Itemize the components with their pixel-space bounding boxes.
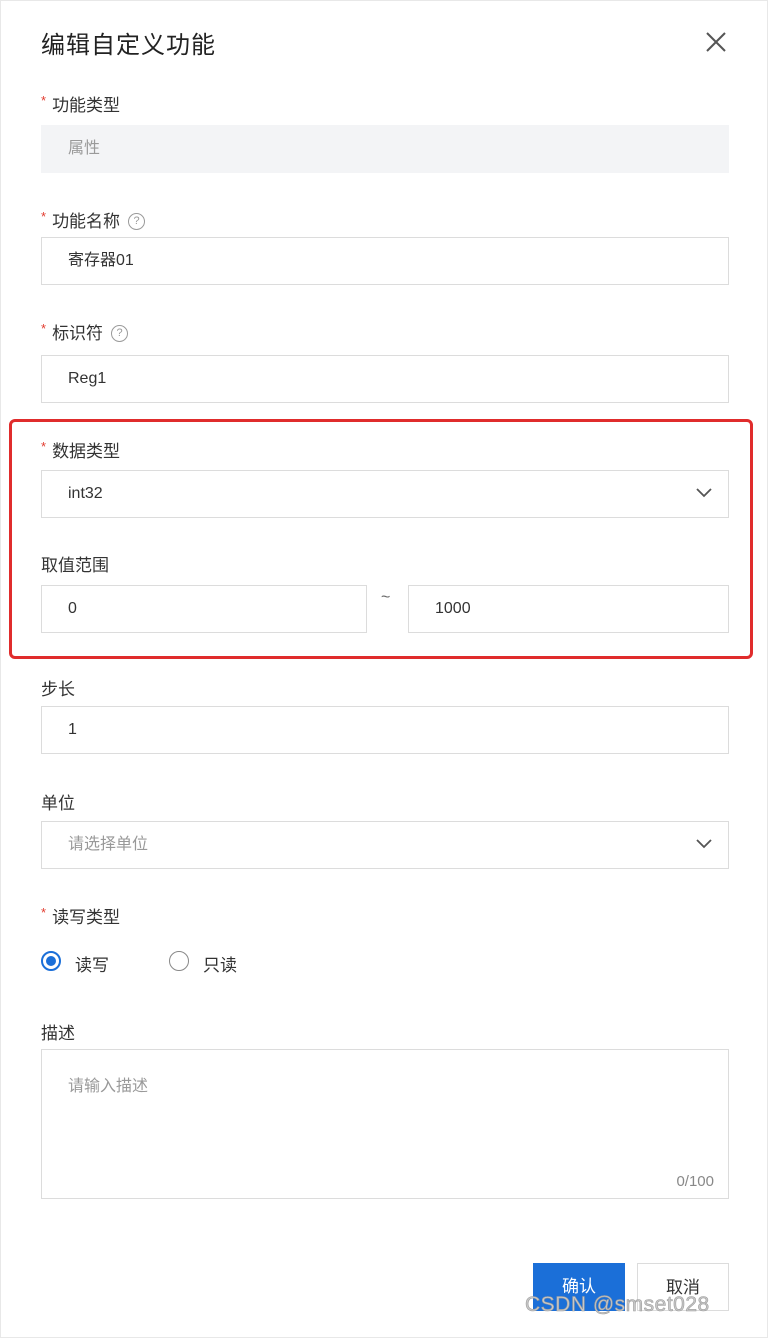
edit-function-dialog: 编辑自定义功能 * 功能类型 属性 * 功能名称? 寄存器01 * 标识符? Reg1… — [0, 0, 768, 1338]
description-label: 描述 — [41, 1024, 75, 1043]
identifier-label-text: 标识符 — [52, 324, 104, 343]
range-min-input[interactable]: 0 — [41, 585, 367, 633]
required-mark: * — [41, 93, 47, 108]
required-mark: * — [41, 439, 47, 454]
range-max-value: 1000 — [435, 600, 471, 617]
function-name-label-text: 功能名称 — [52, 212, 121, 231]
identifier-label: * 标识符? — [41, 319, 129, 344]
range-min-value: 0 — [68, 600, 77, 617]
required-mark: * — [41, 321, 47, 336]
description-textarea[interactable]: 请输入描述 0/100 — [41, 1049, 729, 1199]
radio-read-only-label[interactable]: 只读 — [203, 951, 237, 976]
data-type-label: * 数据类型 — [41, 437, 120, 462]
function-type-label: * 功能类型 — [41, 91, 120, 116]
function-name-value: 寄存器01 — [68, 252, 134, 269]
function-name-label: * 功能名称? — [41, 207, 146, 232]
range-separator: ~ — [381, 589, 391, 606]
help-circle-icon[interactable]: ? — [111, 325, 129, 343]
radio-read-write[interactable] — [41, 951, 61, 971]
function-type-value: 属性 — [68, 140, 101, 157]
radio-read-only[interactable] — [169, 951, 189, 971]
data-type-label-text: 数据类型 — [52, 442, 121, 461]
required-mark: * — [41, 209, 47, 224]
unit-placeholder: 请选择单位 — [68, 836, 149, 853]
rw-type-label-text: 读写类型 — [52, 908, 121, 927]
step-value: 1 — [68, 721, 77, 738]
step-label: 步长 — [41, 680, 75, 699]
required-mark: * — [41, 905, 47, 920]
range-max-input[interactable]: 1000 — [408, 585, 729, 633]
function-type-field: 属性 — [41, 125, 729, 173]
function-type-label-text: 功能类型 — [52, 96, 121, 115]
data-type-select[interactable]: int32 — [41, 470, 729, 518]
char-counter: 0/100 — [676, 1173, 714, 1190]
unit-select[interactable]: 请选择单位 — [41, 821, 729, 869]
rw-type-label: * 读写类型 — [41, 903, 120, 928]
identifier-value: Reg1 — [68, 370, 107, 387]
dialog-title: 编辑自定义功能 — [41, 32, 216, 59]
help-circle-icon[interactable]: ? — [128, 213, 146, 231]
value-range-label: 取值范围 — [41, 556, 109, 575]
function-name-input[interactable]: 寄存器01 — [41, 237, 729, 285]
identifier-input[interactable]: Reg1 — [41, 355, 729, 403]
data-type-value: int32 — [68, 485, 103, 502]
radio-read-write-label[interactable]: 读写 — [75, 951, 109, 976]
step-input[interactable]: 1 — [41, 706, 729, 754]
close-icon[interactable] — [701, 27, 731, 57]
chevron-down-icon — [696, 488, 712, 498]
description-placeholder: 请输入描述 — [68, 1078, 149, 1095]
chevron-down-icon — [696, 839, 712, 849]
unit-label: 单位 — [41, 794, 75, 813]
watermark: CSDN @smset028 — [525, 1293, 710, 1317]
